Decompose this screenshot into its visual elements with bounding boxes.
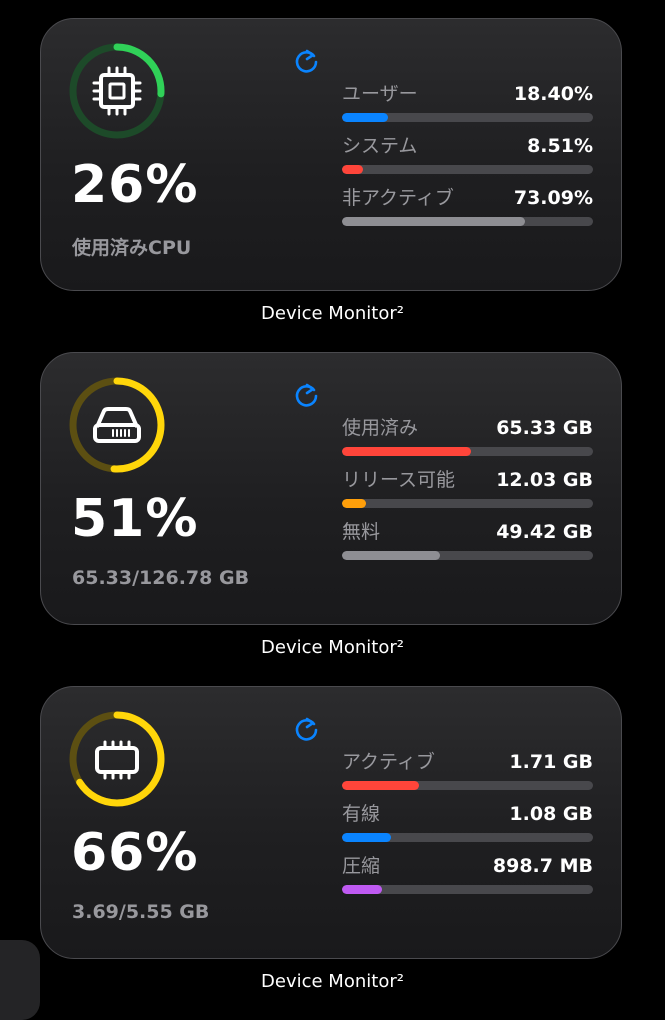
storage-subtitle: 65.33/126.78 GB xyxy=(72,567,250,589)
memory-usage-ring xyxy=(67,709,167,809)
widget-caption: Device Monitor² xyxy=(261,637,404,658)
stat-value: 898.7 MB xyxy=(492,855,593,877)
stat-user: ユーザー 18.40% xyxy=(342,79,593,131)
stat-system: システム 8.51% xyxy=(342,131,593,183)
stat-active: アクティブ 1.71 GB xyxy=(342,747,593,799)
cpu-chip-icon xyxy=(92,66,142,116)
stat-value: 49.42 GB xyxy=(496,521,593,543)
stat-value: 73.09% xyxy=(513,187,593,209)
memory-percent: 66% xyxy=(71,823,199,883)
stat-label: 非アクティブ xyxy=(342,187,454,209)
stat-value: 12.03 GB xyxy=(496,469,593,491)
stat-label: システム xyxy=(342,135,418,157)
stat-bar-fill xyxy=(342,499,366,508)
memory-stats: アクティブ 1.71 GB 有線 1.08 GB 圧縮 898.7 MB xyxy=(342,747,593,903)
cpu-usage-ring xyxy=(67,41,167,141)
stat-bar xyxy=(342,833,593,842)
refresh-icon[interactable] xyxy=(292,46,322,76)
stat-label: 有線 xyxy=(342,803,381,825)
cpu-stats: ユーザー 18.40% システム 8.51% 非アクティブ 73.09% xyxy=(342,79,593,235)
cpu-percent: 26% xyxy=(71,155,199,215)
refresh-icon[interactable] xyxy=(292,714,322,744)
stat-bar-fill xyxy=(342,447,472,456)
stat-bar xyxy=(342,217,593,226)
stat-bar xyxy=(342,113,593,122)
partial-widget-corner xyxy=(0,940,40,1020)
stat-bar xyxy=(342,165,593,174)
widget-caption: Device Monitor² xyxy=(261,971,404,992)
stat-bar xyxy=(342,447,593,456)
stat-value: 1.08 GB xyxy=(509,803,593,825)
stat-label: 使用済み xyxy=(342,417,419,439)
memory-subtitle: 3.69/5.55 GB xyxy=(72,901,210,923)
memory-chip-icon xyxy=(95,740,139,780)
stat-bar-fill xyxy=(342,781,420,790)
storage-widget[interactable]: 51% 65.33/126.78 GB 使用済み 65.33 GB リリース可能 1… xyxy=(40,352,622,625)
stat-label: ユーザー xyxy=(342,83,418,105)
cpu-widget[interactable]: 26% 使用済みCPU ユーザー 18.40% システム 8.51% 非アクティブ 7… xyxy=(40,18,622,291)
stat-used: 使用済み 65.33 GB xyxy=(342,413,593,465)
stat-value: 65.33 GB xyxy=(496,417,593,439)
stat-bar-fill xyxy=(342,165,364,174)
stat-free: 無料 49.42 GB xyxy=(342,517,593,569)
widget-caption: Device Monitor² xyxy=(261,303,404,324)
stat-value: 8.51% xyxy=(527,135,593,157)
stat-bar-fill xyxy=(342,885,382,894)
stat-purgeable: リリース可能 12.03 GB xyxy=(342,465,593,517)
stat-compressed: 圧縮 898.7 MB xyxy=(342,851,593,903)
stat-bar-fill xyxy=(342,833,391,842)
storage-percent: 51% xyxy=(71,489,199,549)
stat-bar-fill xyxy=(342,217,526,226)
cpu-subtitle: 使用済みCPU xyxy=(72,237,192,259)
stat-bar xyxy=(342,551,593,560)
stat-label: 無料 xyxy=(342,521,381,543)
stat-bar xyxy=(342,885,593,894)
storage-drive-icon xyxy=(93,407,141,443)
stat-value: 18.40% xyxy=(513,83,593,105)
stat-inactive: 非アクティブ 73.09% xyxy=(342,183,593,235)
stat-bar-fill xyxy=(342,551,440,560)
storage-usage-ring xyxy=(67,375,167,475)
memory-widget[interactable]: 66% 3.69/5.55 GB アクティブ 1.71 GB 有線 1.08 GB … xyxy=(40,686,622,959)
stat-wired: 有線 1.08 GB xyxy=(342,799,593,851)
stat-label: アクティブ xyxy=(342,751,435,773)
stat-bar xyxy=(342,781,593,790)
stat-bar xyxy=(342,499,593,508)
stat-bar-fill xyxy=(342,113,389,122)
stat-label: 圧縮 xyxy=(342,855,381,877)
stat-label: リリース可能 xyxy=(342,469,456,491)
storage-stats: 使用済み 65.33 GB リリース可能 12.03 GB 無料 49.42 GB xyxy=(342,413,593,569)
refresh-icon[interactable] xyxy=(292,380,322,410)
stat-value: 1.71 GB xyxy=(509,751,593,773)
